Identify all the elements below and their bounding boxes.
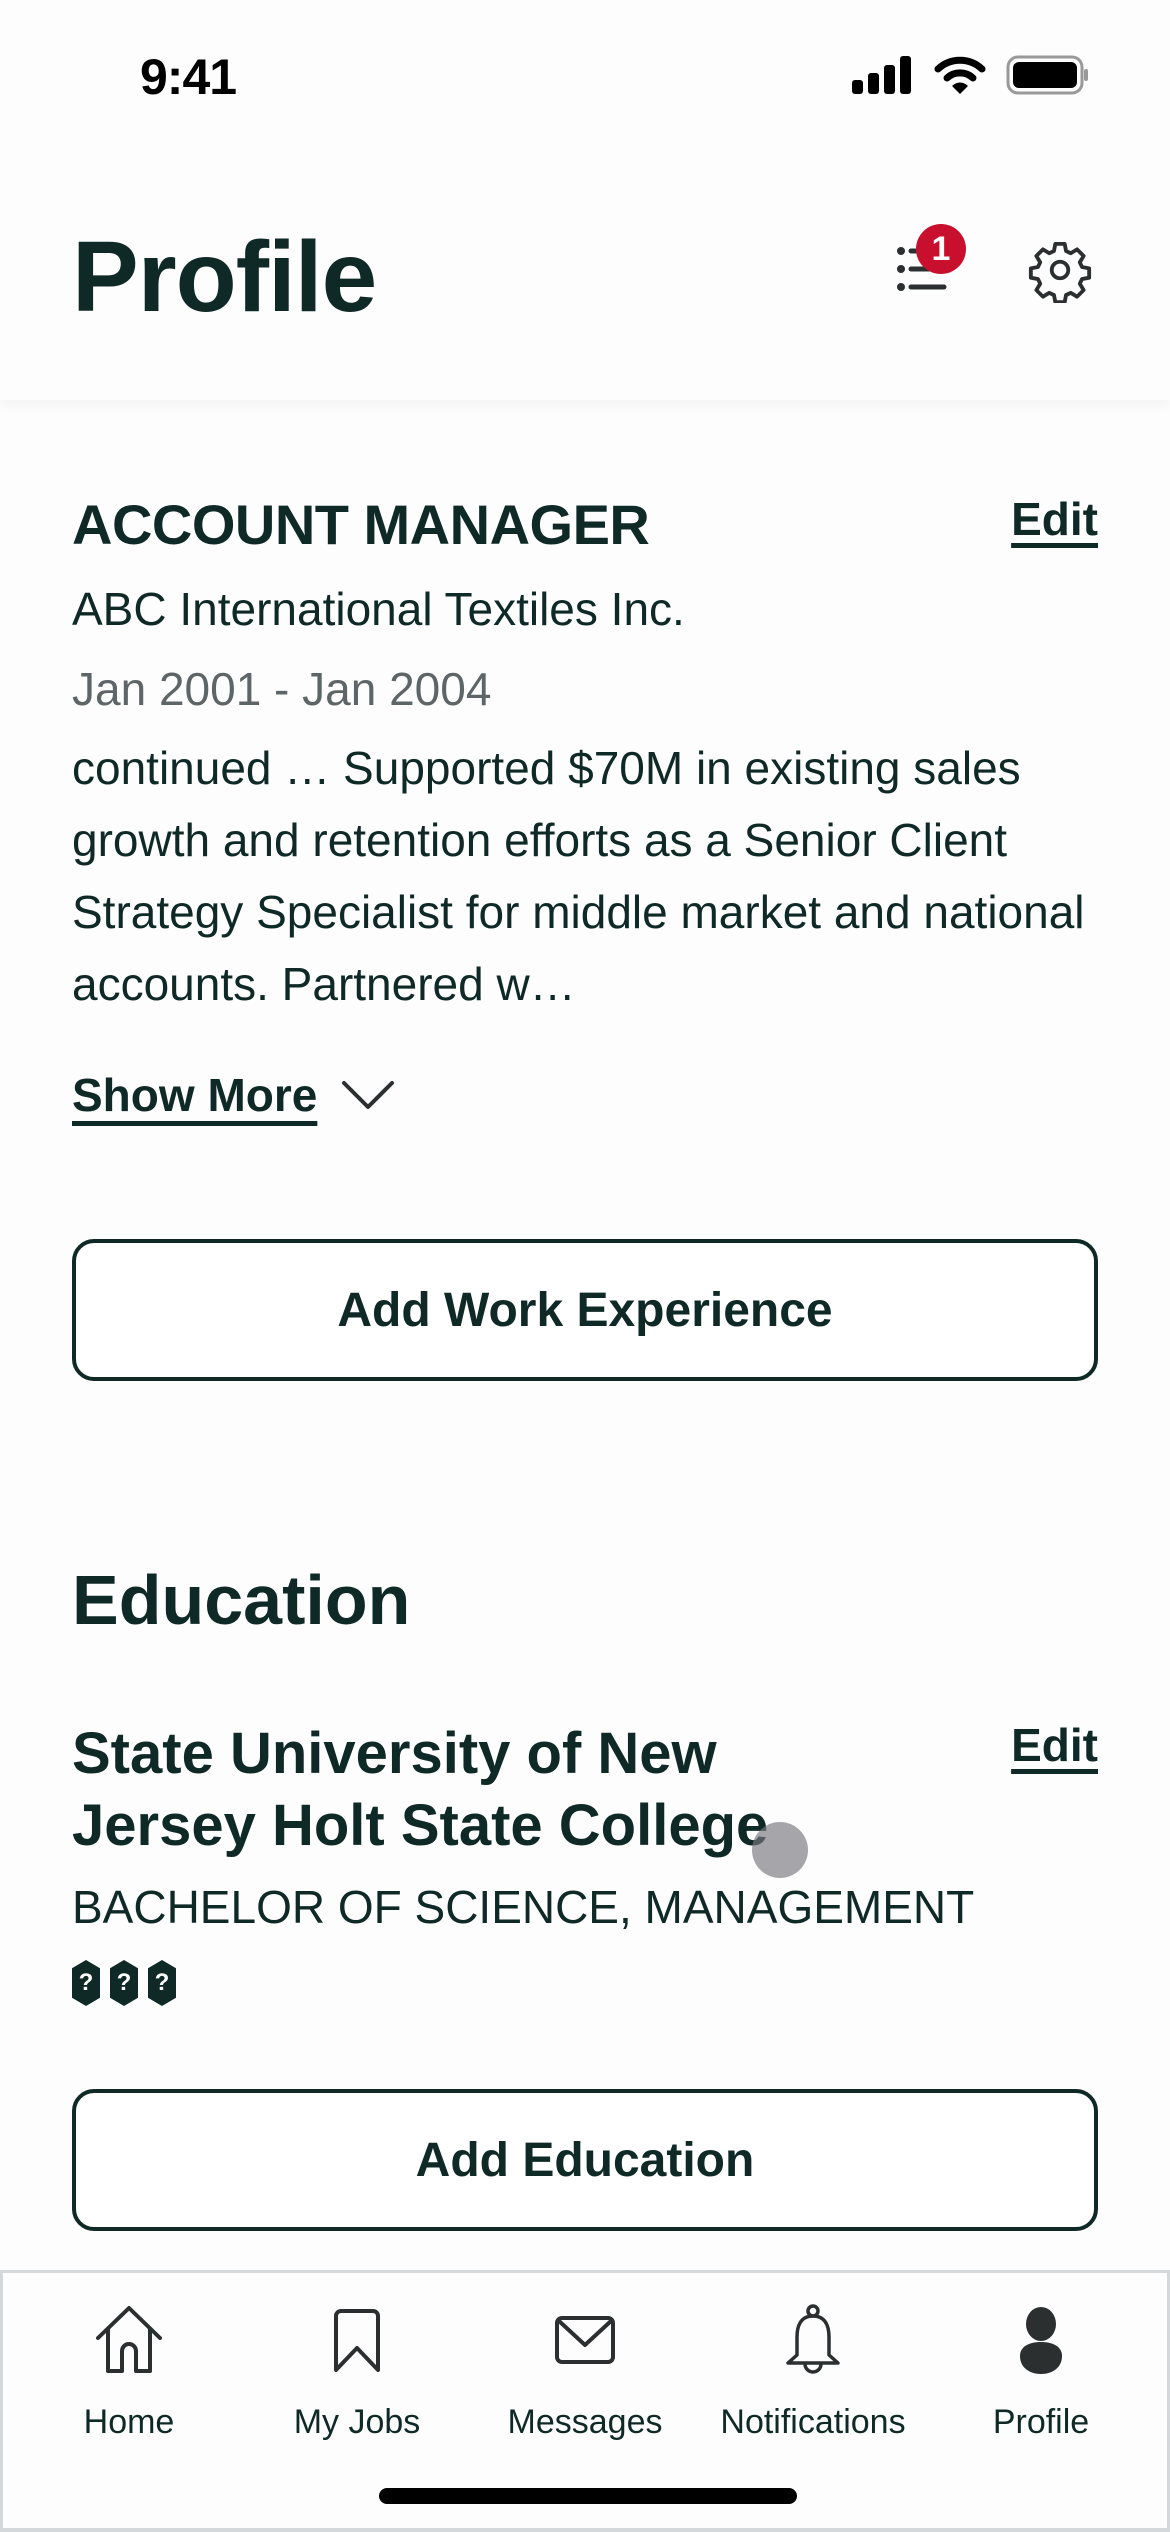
tab-label: Profile <box>992 2403 1090 2441</box>
status-bar: 9:41 <box>0 0 1170 150</box>
gear-icon <box>1028 241 1092 303</box>
tab-my-jobs[interactable]: My Jobs <box>247 2295 467 2442</box>
degree: BACHELOR OF SCIENCE, MANAGEMENT <box>72 1881 975 1933</box>
company-name: ABC International Textiles Inc. <box>72 583 685 635</box>
show-more-label: Show More <box>72 1069 318 1121</box>
job-description: continued … Supported $70M in existing s… <box>72 742 1085 1010</box>
notification-badge: 1 <box>916 224 966 274</box>
tab-messages[interactable]: Messages <box>475 2295 695 2442</box>
tab-profile[interactable]: Profile <box>931 2295 1151 2442</box>
battery-icon <box>1006 55 1088 95</box>
header-actions: 1 <box>886 224 1098 308</box>
tab-label: My Jobs <box>293 2403 421 2441</box>
home-icon <box>96 2306 162 2373</box>
job-title: ACCOUNT MANAGER <box>72 493 650 556</box>
page-header: Profile 1 <box>0 150 1170 400</box>
chevron-down-icon <box>342 1081 395 1109</box>
checklist-button[interactable]: 1 <box>886 224 966 308</box>
status-time: 9:41 <box>140 49 237 105</box>
education-section-title: Education <box>72 1561 411 1639</box>
edit-education-link[interactable]: Edit <box>1011 1718 1098 1772</box>
add-education-button[interactable]: Add Education <box>72 2089 1098 2231</box>
tab-label: Messages <box>507 2403 663 2441</box>
wifi-icon <box>934 56 986 94</box>
add-work-experience-button[interactable]: Add Work Experience <box>72 1239 1098 1381</box>
unknown-glyph: ? <box>110 1960 138 2006</box>
employment-dates: Jan 2001 - Jan 2004 <box>72 663 492 715</box>
tab-bar: Home My Jobs Messages Notifications Prof… <box>0 2270 1170 2532</box>
unknown-glyphs: ? ? ? <box>72 1960 176 2006</box>
tab-label: Home <box>83 2403 175 2441</box>
bookmark-icon <box>334 2309 380 2372</box>
unknown-glyph: ? <box>72 1960 100 2006</box>
status-icons <box>852 55 1090 95</box>
profile-content[interactable]: ACCOUNT MANAGER Edit ABC International T… <box>0 400 1170 2270</box>
person-icon <box>1020 2307 1062 2374</box>
unknown-glyph: ? <box>148 1960 176 2006</box>
edit-work-experience-link[interactable]: Edit <box>1011 492 1098 546</box>
home-indicator[interactable] <box>379 2488 797 2504</box>
settings-button[interactable] <box>1022 232 1098 308</box>
envelope-icon <box>555 2316 615 2364</box>
tab-notifications[interactable]: Notifications <box>703 2295 923 2442</box>
tab-label: Notifications <box>720 2403 906 2441</box>
show-more-toggle[interactable]: Show More <box>72 1068 395 1122</box>
tab-home[interactable]: Home <box>19 2295 239 2442</box>
bell-icon <box>786 2304 840 2374</box>
cellular-signal-icon <box>852 56 911 94</box>
page-title: Profile <box>72 221 377 333</box>
touch-indicator <box>752 1822 808 1878</box>
